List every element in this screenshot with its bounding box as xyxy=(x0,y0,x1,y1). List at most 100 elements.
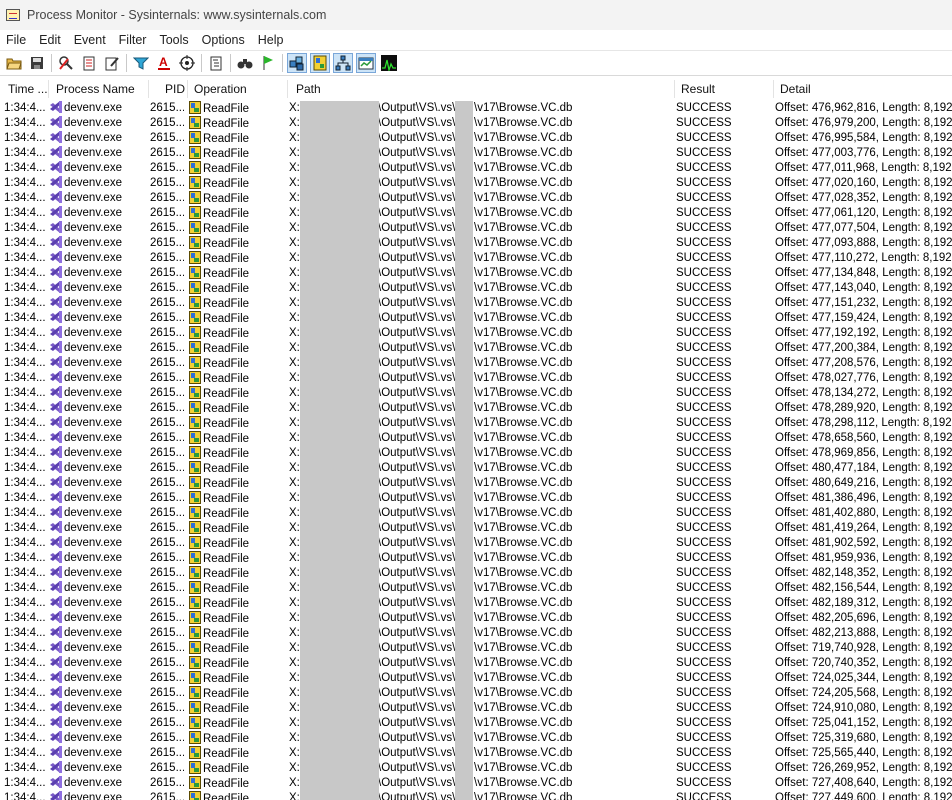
event-row[interactable]: 1:34:4... devenv.exe 2615... ReadFile X:\ \Ou… xyxy=(0,356,952,371)
network-activity-icon[interactable] xyxy=(333,53,353,73)
event-row[interactable]: 1:34:4... devenv.exe 2615... ReadFile X:\ \Ou… xyxy=(0,296,952,311)
column-process-name[interactable]: Process Name xyxy=(56,78,146,100)
event-row[interactable]: 1:34:4... devenv.exe 2615... ReadFile X:\ \Ou… xyxy=(0,176,952,191)
event-process-name: devenv.exe xyxy=(64,102,122,114)
event-pid: 2615... xyxy=(150,402,184,414)
event-row[interactable]: 1:34:4... devenv.exe 2615... ReadFile X:\ \Ou… xyxy=(0,761,952,776)
column-result[interactable]: Result xyxy=(681,78,771,100)
event-row[interactable]: 1:34:4... devenv.exe 2615... ReadFile X:\ \Ou… xyxy=(0,641,952,656)
menu-help[interactable]: Help xyxy=(252,33,291,47)
visual-studio-icon xyxy=(50,341,64,354)
event-row[interactable]: 1:34:4... devenv.exe 2615... ReadFile X:\ \Ou… xyxy=(0,671,952,686)
event-process-name: devenv.exe xyxy=(64,357,122,369)
event-row[interactable]: 1:34:4... devenv.exe 2615... ReadFile X:\ \Ou… xyxy=(0,431,952,446)
event-row[interactable]: 1:34:4... devenv.exe 2615... ReadFile X:\ \Ou… xyxy=(0,281,952,296)
find-icon[interactable] xyxy=(235,53,255,73)
column-divider[interactable] xyxy=(48,80,49,98)
column-path[interactable]: Path xyxy=(296,78,666,100)
visual-studio-icon xyxy=(50,491,64,504)
event-row[interactable]: 1:34:4... devenv.exe 2615... ReadFile X:\ \Ou… xyxy=(0,206,952,221)
event-row[interactable]: 1:34:4... devenv.exe 2615... ReadFile X:\ \Ou… xyxy=(0,311,952,326)
event-row[interactable]: 1:34:4... devenv.exe 2615... ReadFile X:\ \Ou… xyxy=(0,611,952,626)
event-time: 1:34:4... xyxy=(4,567,46,579)
path-file: \v17\Browse.VC.db xyxy=(474,747,573,759)
event-detail: Offset: 477,028,352, Length: 8,192 xyxy=(775,192,952,204)
event-process: devenv.exe xyxy=(50,701,145,716)
menu-tools[interactable]: Tools xyxy=(153,33,195,47)
event-row[interactable]: 1:34:4... devenv.exe 2615... ReadFile X:\ \Ou… xyxy=(0,266,952,281)
event-row[interactable]: 1:34:4... devenv.exe 2615... ReadFile X:\ \Ou… xyxy=(0,371,952,386)
highlight-icon[interactable]: A xyxy=(154,53,174,73)
event-row[interactable]: 1:34:4... devenv.exe 2615... ReadFile X:\ \Ou… xyxy=(0,506,952,521)
event-row[interactable]: 1:34:4... devenv.exe 2615... ReadFile X:\ \Ou… xyxy=(0,566,952,581)
column-operation[interactable]: Operation xyxy=(194,78,284,100)
event-row[interactable]: 1:34:4... devenv.exe 2615... ReadFile X:\ \Ou… xyxy=(0,326,952,341)
event-row[interactable]: 1:34:4... devenv.exe 2615... ReadFile X:\ \Ou… xyxy=(0,731,952,746)
jump-icon[interactable] xyxy=(258,53,278,73)
column-divider[interactable] xyxy=(148,80,149,98)
event-row[interactable]: 1:34:4... devenv.exe 2615... ReadFile X:\ \Ou… xyxy=(0,626,952,641)
profiling-activity-icon[interactable] xyxy=(379,53,399,73)
event-row[interactable]: 1:34:4... devenv.exe 2615... ReadFile X:\ \Ou… xyxy=(0,101,952,116)
process-tree-icon[interactable] xyxy=(206,53,226,73)
capture-icon[interactable] xyxy=(56,53,76,73)
event-row[interactable]: 1:34:4... devenv.exe 2615... ReadFile X:\ \Ou… xyxy=(0,716,952,731)
menu-file[interactable]: File xyxy=(0,33,33,47)
event-row[interactable]: 1:34:4... devenv.exe 2615... ReadFile X:\ \Ou… xyxy=(0,221,952,236)
path-middle: \Output\VS\.vs\ xyxy=(378,177,456,189)
event-row[interactable]: 1:34:4... devenv.exe 2615... ReadFile X:\ \Ou… xyxy=(0,236,952,251)
visual-studio-icon xyxy=(50,161,64,174)
event-row[interactable]: 1:34:4... devenv.exe 2615... ReadFile X:\ \Ou… xyxy=(0,146,952,161)
menu-options[interactable]: Options xyxy=(196,33,252,47)
event-row[interactable]: 1:34:4... devenv.exe 2615... ReadFile X:\ \Ou… xyxy=(0,746,952,761)
event-row[interactable]: 1:34:4... devenv.exe 2615... ReadFile X:\ \Ou… xyxy=(0,446,952,461)
column-time[interactable]: Time ... xyxy=(8,78,48,100)
event-row[interactable]: 1:34:4... devenv.exe 2615... ReadFile X:\ \Ou… xyxy=(0,251,952,266)
event-operation-name: ReadFile xyxy=(203,598,250,610)
event-row[interactable]: 1:34:4... devenv.exe 2615... ReadFile X:\ \Ou… xyxy=(0,491,952,506)
open-icon[interactable] xyxy=(4,53,24,73)
event-row[interactable]: 1:34:4... devenv.exe 2615... ReadFile X:\ \Ou… xyxy=(0,656,952,671)
menu-filter[interactable]: Filter xyxy=(113,33,154,47)
event-row[interactable]: 1:34:4... devenv.exe 2615... ReadFile X:\ \Ou… xyxy=(0,596,952,611)
filter-icon[interactable] xyxy=(131,53,151,73)
event-row[interactable]: 1:34:4... devenv.exe 2615... ReadFile X:\ \Ou… xyxy=(0,461,952,476)
event-row[interactable]: 1:34:4... devenv.exe 2615... ReadFile X:\ \Ou… xyxy=(0,476,952,491)
event-process-name: devenv.exe xyxy=(64,522,122,534)
event-row[interactable]: 1:34:4... devenv.exe 2615... ReadFile X:\ \Ou… xyxy=(0,416,952,431)
column-pid[interactable]: PID xyxy=(165,78,187,100)
event-row[interactable]: 1:34:4... devenv.exe 2615... ReadFile X:\ \Ou… xyxy=(0,386,952,401)
event-row[interactable]: 1:34:4... devenv.exe 2615... ReadFile X:\ \Ou… xyxy=(0,116,952,131)
column-divider[interactable] xyxy=(773,80,774,98)
event-row[interactable]: 1:34:4... devenv.exe 2615... ReadFile X:\ \Ou… xyxy=(0,341,952,356)
autoscroll-icon[interactable] xyxy=(79,53,99,73)
event-row[interactable]: 1:34:4... devenv.exe 2615... ReadFile X:\ \Ou… xyxy=(0,701,952,716)
event-time: 1:34:4... xyxy=(4,522,46,534)
save-icon[interactable] xyxy=(27,53,47,73)
process-activity-icon[interactable] xyxy=(356,53,376,73)
event-row[interactable]: 1:34:4... devenv.exe 2615... ReadFile X:\ \Ou… xyxy=(0,791,952,800)
event-detail: Offset: 724,910,080, Length: 8,192 xyxy=(775,702,952,714)
event-row[interactable]: 1:34:4... devenv.exe 2615... ReadFile X:\ \Ou… xyxy=(0,536,952,551)
event-row[interactable]: 1:34:4... devenv.exe 2615... ReadFile X:\ \Ou… xyxy=(0,581,952,596)
event-row[interactable]: 1:34:4... devenv.exe 2615... ReadFile X:\ \Ou… xyxy=(0,521,952,536)
menu-edit[interactable]: Edit xyxy=(33,33,68,47)
target-icon[interactable] xyxy=(177,53,197,73)
event-row[interactable]: 1:34:4... devenv.exe 2615... ReadFile X:\ \Ou… xyxy=(0,776,952,791)
file-activity-icon[interactable] xyxy=(310,53,330,73)
column-divider[interactable] xyxy=(187,80,188,98)
event-row[interactable]: 1:34:4... devenv.exe 2615... ReadFile X:\ \Ou… xyxy=(0,401,952,416)
menu-event[interactable]: Event xyxy=(68,33,113,47)
event-time: 1:34:4... xyxy=(4,237,46,249)
event-row[interactable]: 1:34:4... devenv.exe 2615... ReadFile X:\ \Ou… xyxy=(0,161,952,176)
registry-activity-icon[interactable] xyxy=(287,53,307,73)
event-row[interactable]: 1:34:4... devenv.exe 2615... ReadFile X:\ \Ou… xyxy=(0,686,952,701)
clear-icon[interactable] xyxy=(102,53,122,73)
file-system-icon xyxy=(189,431,201,444)
event-row[interactable]: 1:34:4... devenv.exe 2615... ReadFile X:\ \Ou… xyxy=(0,191,952,206)
event-row[interactable]: 1:34:4... devenv.exe 2615... ReadFile X:\ \Ou… xyxy=(0,131,952,146)
column-divider[interactable] xyxy=(674,80,675,98)
column-divider[interactable] xyxy=(287,80,288,98)
column-detail[interactable]: Detail xyxy=(780,78,950,100)
event-row[interactable]: 1:34:4... devenv.exe 2615... ReadFile X:\ \Ou… xyxy=(0,551,952,566)
